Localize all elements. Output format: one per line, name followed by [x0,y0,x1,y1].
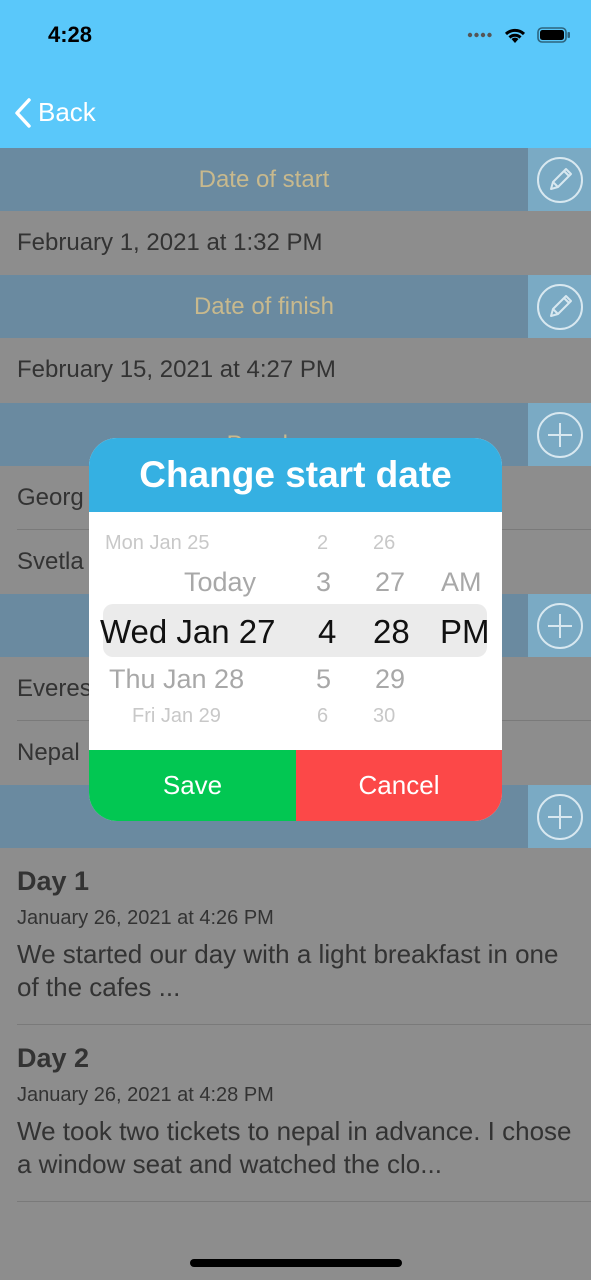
note-title: Day 2 [17,1043,90,1073]
change-start-date-dialog: Change start date Mon Jan 25 Today Wed J… [89,438,502,821]
picker-minute-selected[interactable]: 28 [373,613,410,651]
start-date-value: February 1, 2021 at 1:32 PM [17,229,323,256]
picker-hour-option[interactable]: 2 [317,532,328,555]
section-header-start: Date of start [0,148,528,211]
picker-ampm-selected[interactable]: PM [440,613,490,651]
save-button[interactable]: Save [89,750,296,821]
picker-day-selected[interactable]: Wed Jan 27 [100,613,276,651]
edit-finish-button[interactable] [528,275,591,338]
picker-minute-option[interactable]: 27 [375,567,405,598]
wifi-icon [504,28,526,43]
chevron-left-icon [15,97,31,128]
pencil-icon [536,156,583,203]
edit-start-button[interactable] [528,148,591,211]
plus-circle-icon [536,793,583,840]
section-title: Date of start [198,166,330,193]
picker-day-option[interactable]: Fri Jan 29 [132,705,221,728]
date-time-picker[interactable]: Mon Jan 25 Today Wed Jan 27 Thu Jan 28 F… [89,512,502,750]
note-date: January 26, 2021 at 4:28 PM [17,1084,274,1106]
divider [17,1201,591,1202]
picker-hour-option[interactable]: 5 [316,664,331,695]
picker-day-option[interactable]: Today [184,567,256,598]
signal-icon [467,32,492,38]
navigation-bar: Back [0,70,591,148]
note-title: Day 1 [17,866,90,896]
plus-circle-icon [536,602,583,649]
home-indicator[interactable] [190,1259,402,1267]
picker-minute-option[interactable]: 30 [373,705,395,728]
back-label: Back [38,97,96,127]
add-note-button[interactable] [528,785,591,848]
note-item[interactable]: Day 1 January 26, 2021 at 4:26 PM We sta… [17,866,577,1004]
divider [17,1024,591,1025]
note-date: January 26, 2021 at 4:26 PM [17,907,274,929]
status-time: 4:28 [48,22,93,47]
section-title: Date of finish [193,293,335,320]
person-name: Svetla [17,548,84,575]
status-icons [467,26,571,44]
start-date-row: February 1, 2021 at 1:32 PM [0,211,591,274]
dialog-actions: Save Cancel [89,750,502,821]
picker-hour-option[interactable]: 3 [316,567,331,598]
battery-icon [537,27,570,43]
note-text: We took two tickets to nepal in advance.… [17,1116,572,1179]
picker-day-option[interactable]: Mon Jan 25 [105,532,210,555]
picker-hour-option[interactable]: 6 [317,705,328,728]
status-bar: 4:28 [0,0,591,70]
back-button[interactable]: Back [14,97,96,128]
finish-date-row: February 15, 2021 at 4:27 PM [0,338,591,401]
picker-hour-selected[interactable]: 4 [318,613,336,651]
place-name: Everes [17,675,92,702]
add-person-button[interactable] [528,403,591,466]
finish-date-value: February 15, 2021 at 4:27 PM [17,356,336,383]
section-header-finish: Date of finish [0,275,528,338]
note-item[interactable]: Day 2 January 26, 2021 at 4:28 PM We too… [17,1043,577,1181]
dialog-title: Change start date [89,438,502,512]
plus-circle-icon [536,411,583,458]
pencil-icon [536,283,583,330]
cancel-button[interactable]: Cancel [296,750,502,821]
picker-day-option[interactable]: Thu Jan 28 [109,664,244,695]
picker-minute-option[interactable]: 29 [375,664,405,695]
note-text: We started our day with a light breakfas… [17,939,559,1002]
picker-ampm-option[interactable]: AM [441,567,482,598]
person-name: Georg [17,484,84,511]
add-place-button[interactable] [528,594,591,657]
picker-minute-option[interactable]: 26 [373,532,395,555]
